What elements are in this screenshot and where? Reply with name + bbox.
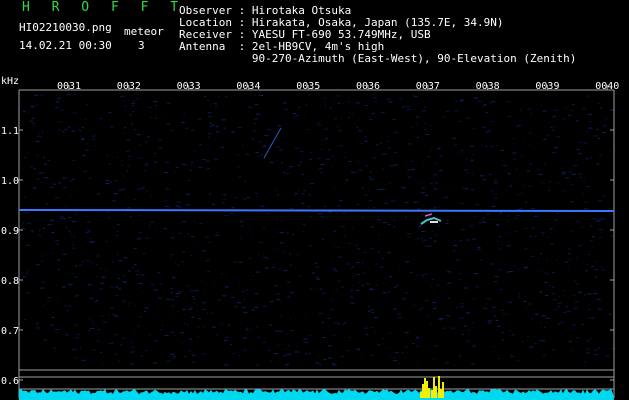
time-tick-label: 0032 xyxy=(117,81,141,92)
time-tick-label: 0038 xyxy=(476,81,500,92)
time-tick-label: 0033 xyxy=(177,81,201,92)
freq-tick-label: 0.6 xyxy=(1,376,19,387)
plot-frame xyxy=(18,89,615,398)
meteor-power-spike xyxy=(428,388,430,398)
time-tick-label: 0034 xyxy=(236,81,260,92)
time-tick-label: 0037 xyxy=(416,81,440,92)
freq-tick-label: 1.0 xyxy=(1,176,19,187)
meteor-power-spike xyxy=(433,377,435,398)
freq-tick-label: 1.1 xyxy=(1,126,19,137)
time-tick-label: 0031 xyxy=(57,81,81,92)
frequency-unit-label: kHz xyxy=(1,76,19,87)
meteor-power-spike xyxy=(426,381,428,398)
hrofft-window: H R O F F T HI02210030.png 14.02.21 00:3… xyxy=(0,0,629,400)
time-tick-label: 0035 xyxy=(296,81,320,92)
freq-tick-label: 0.9 xyxy=(1,226,19,237)
meteor-echo xyxy=(420,213,442,225)
carrier-line xyxy=(18,209,615,212)
meteor-power-spike xyxy=(442,382,444,398)
freq-tick-label: 0.7 xyxy=(1,326,19,337)
meteor-power-spike xyxy=(420,392,422,398)
meteor-power-spike xyxy=(424,378,426,398)
spectrogram: kHz 0031 0032 0033 0034 0035 0036 0037 0038 0039… xyxy=(1,76,619,400)
background-noise xyxy=(21,94,616,366)
meteor-trail-diagonal xyxy=(263,127,282,159)
meteor-power-spike xyxy=(422,384,424,398)
power-plot xyxy=(19,376,614,400)
meteor-power-spike xyxy=(440,389,442,398)
time-tick-label: 0036 xyxy=(356,81,380,92)
meteor-power-spike xyxy=(431,390,433,398)
meteor-power-spike xyxy=(435,386,437,398)
time-tick-label: 0040 xyxy=(595,81,619,92)
meteor-power-spike xyxy=(438,376,440,398)
noise-floor xyxy=(19,389,614,400)
freq-tick-label: 0.8 xyxy=(1,276,19,287)
frequency-axis: 1.1 1.0 0.9 0.8 0.7 0.6 xyxy=(1,126,614,387)
time-tick-label: 0039 xyxy=(535,81,559,92)
